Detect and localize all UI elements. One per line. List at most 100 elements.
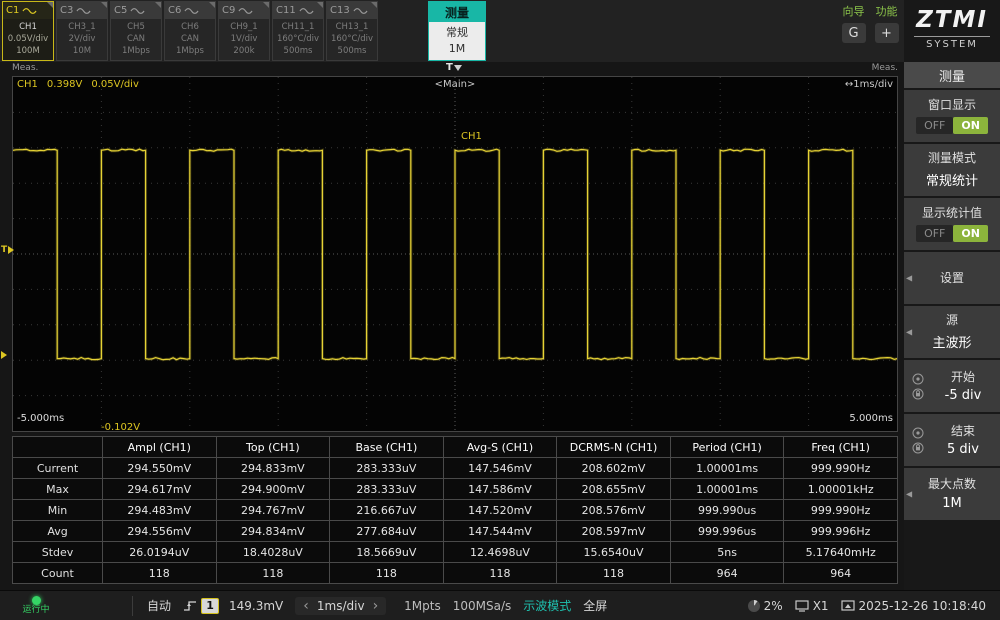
toggle-off-option[interactable]: OFF bbox=[916, 117, 953, 134]
sample-rate: 100MSa/s bbox=[453, 599, 512, 613]
toggle-off-option[interactable]: OFF bbox=[916, 225, 953, 242]
sidebar-section-start[interactable]: 开始 -5 div bbox=[904, 360, 1000, 412]
table-cell: 18.4028uV bbox=[216, 542, 330, 563]
table-cell: 294.550mV bbox=[103, 458, 217, 479]
table-cell: 294.834mV bbox=[216, 521, 330, 542]
sidebar-section-measure-mode[interactable]: 测量模式 常规统计 bbox=[904, 144, 1000, 196]
function-button[interactable]: 功能 bbox=[873, 3, 900, 19]
meas-flag-right: Meas. bbox=[872, 63, 898, 73]
sidebar-section-settings[interactable]: ◀ 设置 bbox=[904, 252, 1000, 304]
tab-fold-corner bbox=[101, 2, 107, 8]
sidebar-section-source[interactable]: ◀源 主波形 bbox=[904, 306, 1000, 358]
fullscreen-button[interactable]: 全屏 bbox=[583, 597, 607, 614]
column-header: Ampl (CH1) bbox=[103, 437, 217, 458]
channel-tab-c11[interactable]: C11 CH11_1 160°C/div 500ms bbox=[272, 1, 324, 61]
channel-name: CH3_1 bbox=[57, 21, 107, 33]
channel-name: CH11_1 bbox=[273, 21, 323, 33]
toggle-on-option[interactable]: ON bbox=[953, 225, 988, 242]
channel-tab-header[interactable]: C3 bbox=[57, 2, 107, 19]
g-button[interactable]: G bbox=[842, 23, 866, 43]
trigger-position-label: T bbox=[446, 62, 453, 73]
channel-tab-header[interactable]: C1 bbox=[3, 2, 53, 19]
column-header: Avg-S (CH1) bbox=[443, 437, 557, 458]
waveform-icon bbox=[238, 7, 253, 15]
sidebar-title: 测量 bbox=[904, 62, 1000, 88]
trigger-slope-icon[interactable] bbox=[183, 599, 197, 613]
adjust-icons[interactable] bbox=[912, 373, 924, 400]
table-cell: 147.544mV bbox=[443, 521, 557, 542]
knob-icon bbox=[912, 373, 924, 385]
table-row: Max294.617mV294.900mV283.333uV147.586mV2… bbox=[13, 479, 898, 500]
measure-tab[interactable]: 测量 常规 1M bbox=[428, 1, 486, 61]
toggle-on-option[interactable]: ON bbox=[953, 117, 988, 134]
row-label: Current bbox=[13, 458, 103, 479]
channel-tab-header[interactable]: C9 bbox=[219, 2, 269, 19]
table-cell: 1.00001ms bbox=[670, 458, 784, 479]
ground-level-marker[interactable] bbox=[1, 351, 7, 359]
chevron-left-icon[interactable]: ‹ bbox=[303, 600, 309, 612]
tab-fold-corner bbox=[47, 2, 53, 8]
channel-extra: 10M bbox=[57, 45, 107, 57]
section-value: -5 div bbox=[945, 388, 982, 403]
channel-tab-header[interactable]: C13 bbox=[327, 2, 377, 19]
table-cell: 5.17640mHz bbox=[784, 542, 898, 563]
expand-left-icon[interactable]: ◀ bbox=[906, 274, 912, 283]
ground-arrow-icon bbox=[1, 351, 7, 359]
channel-tab-body: CH9_1 1V/div 200k bbox=[219, 19, 269, 57]
channel-tab-header[interactable]: C6 bbox=[165, 2, 215, 19]
channel-scale: 160°C/div bbox=[327, 33, 377, 45]
zoom-factor[interactable]: X1 bbox=[813, 599, 829, 613]
measure-tab-title: 测量 bbox=[445, 4, 469, 21]
scope-mode-label[interactable]: 示波模式 bbox=[523, 597, 571, 614]
table-cell: 5ns bbox=[670, 542, 784, 563]
display-icon[interactable] bbox=[795, 600, 809, 612]
wizard-button[interactable]: 向导 bbox=[840, 3, 867, 19]
timebase-control[interactable]: ‹ 1ms/div › bbox=[295, 597, 386, 615]
table-cell: 1.00001kHz bbox=[784, 479, 898, 500]
channel-tab-c5[interactable]: C5 CH5 CAN 1Mbps bbox=[110, 1, 162, 61]
channel-scale: 160°C/div bbox=[273, 33, 323, 45]
trigger-position-marker[interactable]: T bbox=[446, 62, 462, 73]
sidebar-section-max-points[interactable]: ◀最大点数 1M bbox=[904, 468, 1000, 520]
trigger-source-channel[interactable]: 1 bbox=[201, 598, 219, 614]
window-display-toggle[interactable]: OFF ON bbox=[916, 117, 988, 134]
trigger-level-marker[interactable]: T bbox=[1, 245, 14, 255]
expand-left-icon[interactable]: ◀ bbox=[906, 328, 912, 337]
section-value: 主波形 bbox=[932, 332, 971, 351]
trigger-level-value[interactable]: 149.3mV bbox=[229, 599, 283, 613]
trigger-mode-auto[interactable]: 自动 bbox=[147, 597, 171, 614]
section-value: 常规统计 bbox=[926, 170, 978, 189]
measure-tab-points: 1M bbox=[429, 41, 485, 57]
table-cell: 118 bbox=[443, 563, 557, 584]
section-label: 设置 bbox=[940, 271, 964, 285]
chevron-right-icon[interactable]: › bbox=[373, 600, 379, 612]
waveform-icon bbox=[184, 7, 199, 15]
channel-name: CH13_1 bbox=[327, 21, 377, 33]
channel-tab-c3[interactable]: C3 CH3_1 2V/div 10M bbox=[56, 1, 108, 61]
channel-tab-header[interactable]: C5 bbox=[111, 2, 161, 19]
expand-left-icon[interactable]: ◀ bbox=[906, 490, 912, 499]
stats-display-toggle[interactable]: OFF ON bbox=[916, 225, 988, 242]
sidebar-section-window-display[interactable]: 窗口显示 OFF ON bbox=[904, 90, 1000, 142]
screen-cast-icon[interactable] bbox=[841, 600, 855, 612]
channel-tab-body: CH3_1 2V/div 10M bbox=[57, 19, 107, 57]
adjust-icons[interactable] bbox=[912, 427, 924, 454]
waveform-icon bbox=[130, 7, 145, 15]
brand-block: ZTMI SYSTEM bbox=[904, 0, 1000, 62]
channel-extra: 1Mbps bbox=[165, 45, 215, 57]
tab-fold-corner bbox=[263, 2, 269, 8]
measure-tab-header[interactable]: 测量 bbox=[429, 2, 485, 22]
add-button[interactable]: + bbox=[875, 23, 899, 43]
channel-tabs: C1 CH1 0.05V/div 100M C3 CH3_1 2V/div 10… bbox=[2, 1, 378, 61]
sidebar-section-end[interactable]: 结束 5 div bbox=[904, 414, 1000, 466]
sidebar-section-stats-display[interactable]: 显示统计值 OFF ON bbox=[904, 198, 1000, 250]
table-row: Min294.483mV294.767mV216.667uV147.520mV2… bbox=[13, 500, 898, 521]
channel-tab-c1[interactable]: C1 CH1 0.05V/div 100M bbox=[2, 1, 54, 61]
channel-tab-c6[interactable]: C6 CH6 CAN 1Mbps bbox=[164, 1, 216, 61]
section-value: 5 div bbox=[947, 442, 979, 457]
scope-plot[interactable]: CH10.398V0.05V/div <Main> ↔1ms/div CH1 -… bbox=[12, 76, 898, 432]
timebase-value[interactable]: 1ms/div bbox=[317, 599, 365, 613]
channel-tab-header[interactable]: C11 bbox=[273, 2, 323, 19]
channel-tab-c9[interactable]: C9 CH9_1 1V/div 200k bbox=[218, 1, 270, 61]
channel-tab-c13[interactable]: C13 CH13_1 160°C/div 500ms bbox=[326, 1, 378, 61]
